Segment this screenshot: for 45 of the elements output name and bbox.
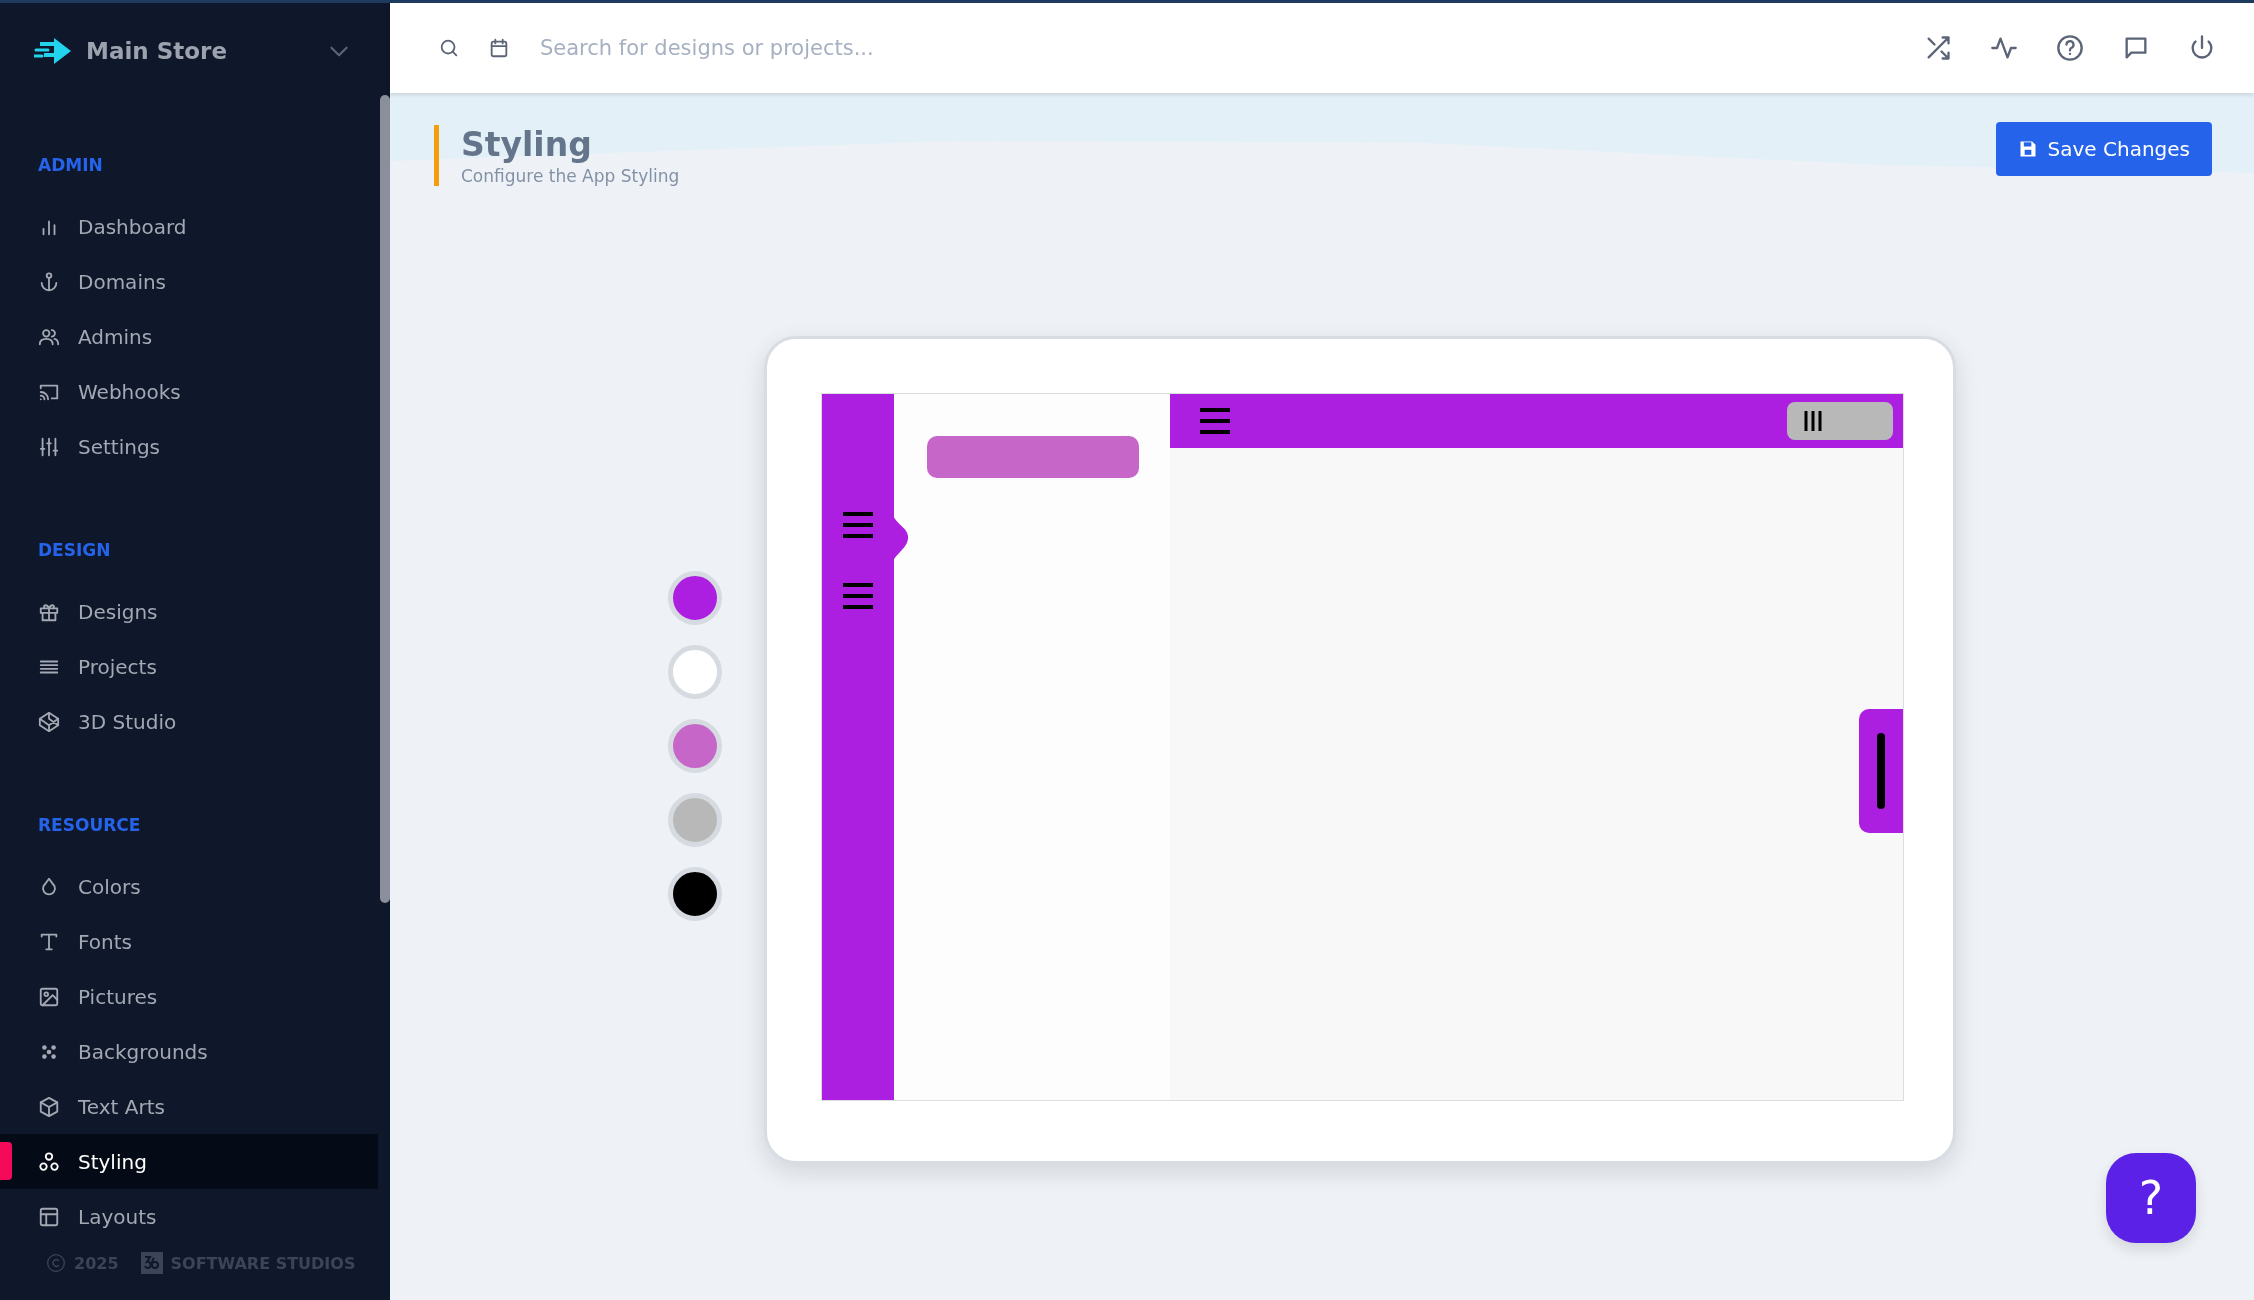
color-swatch[interactable]: [668, 719, 722, 773]
color-swatch[interactable]: [668, 867, 722, 921]
menu-icon: [1198, 407, 1232, 435]
nav-item[interactable]: Webhooks: [0, 364, 378, 419]
page-subtitle: Configure the App Styling: [461, 166, 681, 186]
section-title: DESIGN: [37, 540, 111, 560]
menu-icon: [841, 582, 875, 610]
nav-item[interactable]: Pictures: [0, 969, 378, 1024]
nav-item[interactable]: Domains: [0, 254, 378, 309]
help-button[interactable]: ?: [2106, 1153, 2196, 1243]
nav-item[interactable]: Dashboard: [0, 199, 378, 254]
bars-icon: [1803, 410, 1823, 432]
nav-item[interactable]: Colors: [0, 859, 378, 914]
nav-item[interactable]: Text Arts: [0, 1079, 378, 1134]
section-title: RESOURCE: [37, 815, 141, 835]
nav-item[interactable]: Settings: [0, 419, 378, 474]
codepen-icon: [38, 710, 60, 733]
nav-item[interactable]: Designs: [0, 584, 378, 639]
search-icon: [438, 37, 460, 59]
company-logo-icon: [140, 1252, 163, 1274]
section-title: ADMIN: [37, 155, 103, 175]
calendar-icon: [488, 37, 510, 59]
save-button[interactable]: Save Changes: [1995, 122, 2212, 176]
copyright-icon: [46, 1253, 66, 1273]
nav-item[interactable]: Projects: [0, 639, 378, 694]
nav-item[interactable]: Fonts: [0, 914, 378, 969]
nav-item[interactable]: 3D Studio: [0, 694, 378, 749]
page-title: Styling: [461, 125, 593, 164]
color-swatch[interactable]: [668, 793, 722, 847]
color-swatch[interactable]: [668, 645, 722, 699]
nav-item[interactable]: Styling: [0, 1134, 378, 1189]
cube-icon: [38, 1095, 60, 1118]
circles-icon: [38, 1150, 60, 1173]
anchor-icon: [38, 270, 60, 293]
color-swatch[interactable]: [668, 571, 722, 625]
nav-item[interactable]: Backgrounds: [0, 1024, 378, 1079]
sliders-icon: [38, 435, 60, 458]
nav-item[interactable]: Admins: [0, 309, 378, 364]
store-name: Main Store: [86, 38, 228, 64]
logo-icon: [34, 37, 72, 65]
nav-item[interactable]: Layouts: [0, 1189, 378, 1244]
layout-icon: [38, 1205, 60, 1228]
menu-icon: [841, 511, 875, 539]
scrollbar[interactable]: [380, 95, 390, 903]
image-icon: [38, 985, 60, 1008]
